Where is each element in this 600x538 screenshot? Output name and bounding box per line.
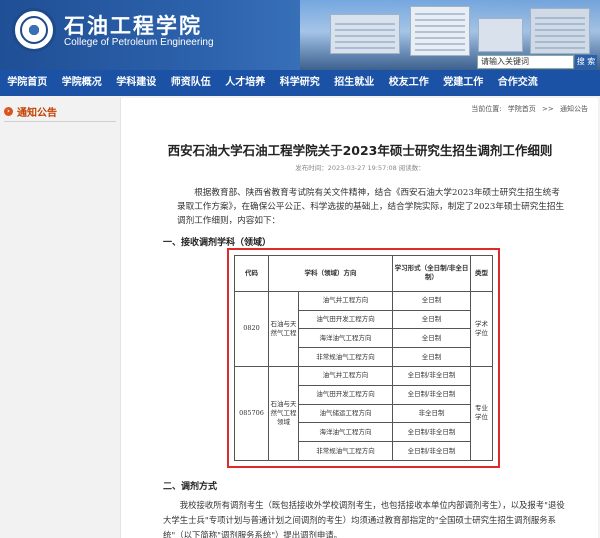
search-input[interactable]: 请输入关键词	[477, 55, 574, 69]
article-intro: 根据教育部、陕西省教育考试院有关文件精神，结合《西安石油大学2023年硕士研究生…	[177, 188, 565, 226]
cell-code: 0820	[234, 290, 269, 367]
cell-form: 全日制/非全日制	[392, 365, 471, 386]
cell-discipline-name: 石油与天然气工程领域	[268, 365, 299, 462]
cell-type: 学术学位	[470, 290, 493, 367]
cell-code: 085706	[234, 365, 269, 462]
breadcrumb-link-notices[interactable]: 通知公告	[560, 105, 588, 113]
article-panel: 当前位置: 学院首页 >> 通知公告 西安石油大学石油工程学院关于2023年硕士…	[120, 98, 598, 538]
main-nav: 学院首页 学院概况 学科建设 师资队伍 人才培养 科学研究 招生就业 校友工作 …	[0, 70, 600, 96]
nav-item-faculty[interactable]: 师资队伍	[164, 70, 219, 96]
nav-item-discipline[interactable]: 学科建设	[109, 70, 164, 96]
cell-direction: 非常规油气工程方向	[298, 347, 393, 367]
nav-item-admission[interactable]: 招生就业	[327, 70, 382, 96]
building-graphic	[530, 8, 590, 54]
cell-direction: 非常规油气工程方向	[298, 441, 393, 461]
table-row: 0820 石油与天然气工程 油气井工程方向 全日制 学术学位	[234, 290, 493, 367]
cell-form: 全日制	[392, 328, 471, 349]
cell-direction: 海洋油气工程方向	[298, 422, 393, 443]
cell-discipline-name: 石油与天然气工程	[268, 290, 299, 367]
building-graphic	[330, 14, 400, 54]
header-type: 类型	[470, 255, 493, 292]
cell-direction: 油气田开发工程方向	[298, 309, 393, 330]
nav-item-cooperation[interactable]: 合作交流	[491, 70, 546, 96]
breadcrumb-prefix: 当前位置:	[471, 105, 502, 113]
breadcrumb-link-home[interactable]: 学院首页	[508, 105, 536, 113]
nav-item-overview[interactable]: 学院概况	[55, 70, 110, 96]
cell-direction: 油气储运工程方向	[298, 403, 393, 424]
cell-form: 全日制	[392, 347, 471, 367]
discipline-table: 代码 学科（领域）方向 学习形式（全日制/非全日制） 类型 0820 石油与天然…	[234, 255, 493, 462]
site-name: 石油工程学院	[64, 13, 202, 38]
cell-form: 全日制/非全日制	[392, 441, 471, 461]
nav-item-education[interactable]: 人才培养	[218, 70, 273, 96]
cell-form: 全日制/非全日制	[392, 422, 471, 443]
section-heading: 一、接收调剂学科（领域）	[163, 238, 272, 248]
cell-form: 非全日制	[392, 403, 471, 424]
cell-direction: 海洋油气工程方向	[298, 328, 393, 349]
cell-form: 全日制/非全日制	[392, 384, 471, 405]
sidebar-item-label: 通知公告	[17, 108, 57, 119]
logo-emblem	[20, 16, 48, 44]
sidebar-item-notices[interactable]: › 通知公告	[4, 102, 116, 122]
cell-direction: 油气井工程方向	[298, 290, 393, 311]
breadcrumb: 当前位置: 学院首页 >> 通知公告	[469, 104, 590, 114]
breadcrumb-separator: >>	[542, 105, 554, 113]
article-body: 我校接收所有调剂考生（既包括接收外学校调剂考生，也包括接收本单位内部调剂考生），…	[163, 500, 565, 538]
cell-direction: 油气井工程方向	[298, 365, 393, 386]
search-button[interactable]: 搜 索	[575, 55, 597, 69]
table-header-row: 代码 学科（领域）方向 学习形式（全日制/非全日制） 类型	[234, 255, 493, 292]
header-discipline: 学科（领域）方向	[268, 255, 393, 292]
cell-form: 全日制	[392, 309, 471, 330]
cell-form: 全日制	[392, 290, 471, 311]
cell-direction: 油气田开发工程方向	[298, 384, 393, 405]
section-heading: 二、调剂方式	[163, 482, 218, 492]
article-meta: 发布时间：2023-03-27 19:57:08 阅读数：	[295, 164, 425, 172]
site-header: 石油工程学院 College of Petroleum Engineering …	[0, 0, 600, 70]
header-code: 代码	[234, 255, 269, 292]
sidebar: › 通知公告	[0, 98, 120, 538]
bullet-icon: ›	[4, 107, 13, 116]
building-graphic	[478, 18, 523, 52]
nav-item-research[interactable]: 科学研究	[273, 70, 328, 96]
table-row: 085706 石油与天然气工程领域 油气井工程方向 全日制/非全日制 专业学位	[234, 365, 493, 462]
nav-item-alumni[interactable]: 校友工作	[382, 70, 437, 96]
site-name-en: College of Petroleum Engineering	[64, 37, 214, 48]
cell-type: 专业学位	[470, 365, 493, 462]
article-title: 西安石油大学石油工程学院关于2023年硕士研究生招生调剂工作细则	[167, 143, 553, 158]
nav-item-home[interactable]: 学院首页	[0, 70, 55, 96]
building-graphic	[410, 6, 470, 56]
discipline-table-highlight: 代码 学科（领域）方向 学习形式（全日制/非全日制） 类型 0820 石油与天然…	[227, 248, 500, 468]
nav-item-party[interactable]: 党建工作	[436, 70, 491, 96]
university-logo[interactable]	[12, 8, 56, 52]
header-form: 学习形式（全日制/非全日制）	[392, 255, 471, 292]
